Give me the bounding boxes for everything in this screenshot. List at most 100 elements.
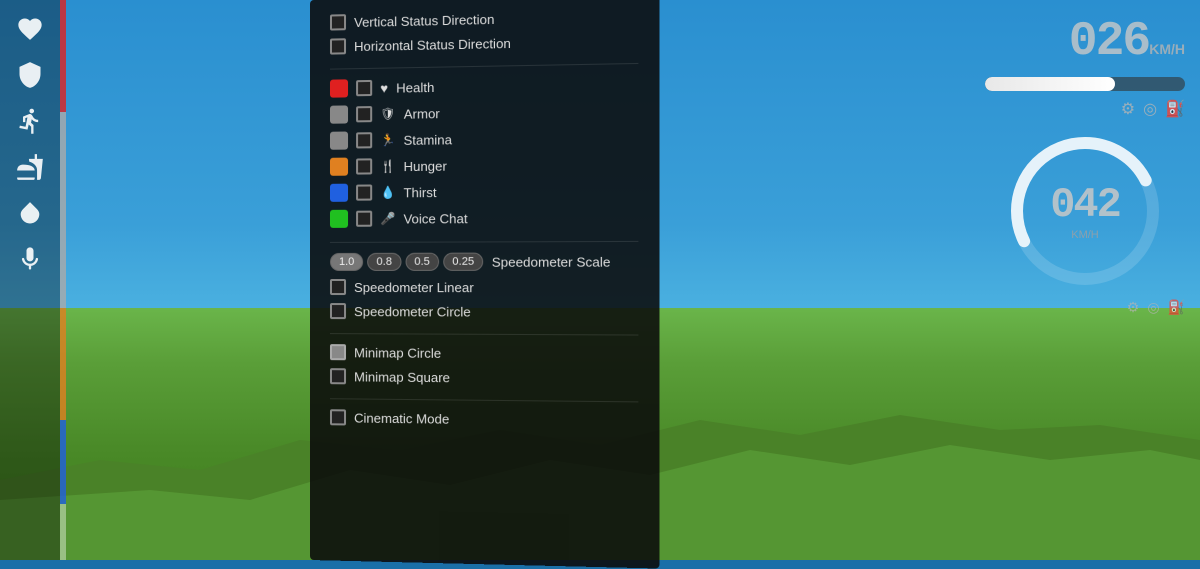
thirst-icon (16, 199, 44, 227)
speed-unit-center: KM/H (1050, 229, 1120, 241)
hunger-bar (60, 308, 66, 420)
headlight-icon-bottom: ◎ (1147, 299, 1159, 316)
armor-icon: 🛡 (380, 107, 395, 121)
speed-bar-fill (985, 77, 1115, 91)
horizontal-status-row: Horizontal Status Direction (330, 32, 638, 55)
left-hud (0, 0, 60, 560)
stamina-label: Stamina (403, 132, 452, 148)
thirst-bar (60, 420, 66, 504)
speedometer-scale-label: Speedometer Scale (492, 254, 611, 270)
minimap-circle-checkbox[interactable] (330, 344, 346, 360)
speedometer-circle-label: Speedometer Circle (354, 304, 471, 319)
speed-circle-container: 042 KM/H (1005, 131, 1165, 291)
vehicle-icons-bottom: ⚙ ◎ ⛽ (985, 299, 1185, 316)
cinematic-mode-checkbox[interactable] (330, 409, 346, 425)
armor-label: Armor (404, 106, 440, 122)
vertical-status-row: Vertical Status Direction (330, 7, 638, 30)
right-hud: 026KM/H ⚙ ◎ ⛽ 042 KM/H ⚙ ◎ ⛽ (970, 0, 1200, 560)
separator-4 (330, 398, 638, 402)
voice-checkbox[interactable] (356, 211, 372, 227)
voice-bar (60, 504, 66, 560)
health-color[interactable] (330, 79, 348, 97)
separator-2 (330, 241, 638, 243)
vehicle-icons-top: ⚙ ◎ ⛽ (985, 99, 1185, 119)
hunger-checkbox[interactable] (356, 158, 372, 174)
speedometer-section: 1.0 0.8 0.5 0.25 Speedometer Scale Speed… (330, 252, 638, 320)
speed-value-top: 026 (1069, 15, 1149, 69)
voice-chat-row: 🎤 Voice Chat (330, 208, 638, 228)
fuel-icon-bottom: ⛽ (1168, 299, 1185, 316)
armor-color[interactable] (330, 105, 348, 123)
speed-bar-container (985, 77, 1185, 91)
headlight-icon: ◎ (1143, 99, 1157, 119)
minimap-circle-label: Minimap Circle (354, 345, 441, 361)
misc-section: Cinematic Mode (330, 409, 638, 429)
voice-label: Voice Chat (403, 211, 467, 227)
health-bar (60, 0, 66, 112)
hunger-color[interactable] (330, 158, 348, 176)
thirst-icon: 💧 (380, 185, 395, 199)
thirst-row: 💧 Thirst (330, 181, 638, 202)
voice-color[interactable] (330, 210, 348, 228)
vertical-status-label: Vertical Status Direction (354, 11, 494, 29)
minimap-circle-row: Minimap Circle (330, 344, 638, 362)
thirst-label: Thirst (403, 184, 436, 199)
speedometer-linear-row: Speedometer Linear (330, 279, 638, 295)
minimap-square-checkbox[interactable] (330, 368, 346, 384)
minimap-square-label: Minimap Square (354, 369, 450, 385)
scale-buttons-group: 1.0 0.8 0.5 0.25 (330, 253, 484, 271)
minimap-section: Minimap Circle Minimap Square (330, 344, 638, 387)
speed-digital-top: 026KM/H (985, 15, 1185, 69)
separator-1 (330, 63, 638, 70)
minimap-square-row: Minimap Square (330, 368, 638, 387)
settings-panel: Vertical Status Direction Horizontal Sta… (310, 0, 660, 569)
speed-value-center: 042 (1050, 181, 1120, 229)
speedometer-circle-checkbox[interactable] (330, 303, 346, 319)
thirst-color[interactable] (330, 184, 348, 202)
armor-checkbox[interactable] (356, 106, 372, 122)
status-bars (60, 0, 66, 560)
heart-icon (16, 15, 44, 43)
speedometer-circle-row: Speedometer Circle (330, 303, 638, 320)
health-label: Health (396, 79, 434, 95)
speed-digital-center: 042 KM/H (1050, 181, 1120, 241)
stamina-row: 🏃 Stamina (330, 128, 638, 150)
horizontal-status-checkbox[interactable] (330, 38, 346, 54)
status-indicators-section: ♥ Health 🛡 Armor 🏃 Stamina 🍴 Hunger (330, 74, 638, 228)
health-checkbox[interactable] (356, 80, 372, 96)
fuel-icon: ⛽ (1165, 99, 1185, 119)
stamina-bar (60, 224, 66, 308)
scale-08-button[interactable]: 0.8 (367, 253, 401, 271)
separator-3 (330, 333, 638, 335)
stamina-icon (16, 107, 44, 135)
stamina-color[interactable] (330, 132, 348, 150)
hunger-icon: 🍴 (380, 159, 395, 173)
vertical-status-checkbox[interactable] (330, 14, 346, 30)
armor-row: 🛡 Armor (330, 101, 638, 124)
scale-05-button[interactable]: 0.5 (405, 253, 439, 271)
armor-bar (60, 112, 66, 224)
armor-icon (16, 61, 44, 89)
horizontal-status-label: Horizontal Status Direction (354, 35, 511, 53)
stamina-checkbox[interactable] (356, 132, 372, 148)
hunger-label: Hunger (403, 158, 446, 174)
scale-025-button[interactable]: 0.25 (443, 253, 483, 271)
status-direction-section: Vertical Status Direction Horizontal Sta… (330, 7, 638, 54)
scale-1-button[interactable]: 1.0 (330, 253, 363, 271)
thirst-checkbox[interactable] (356, 184, 372, 200)
health-row: ♥ Health (330, 74, 638, 97)
speedometer-linear-label: Speedometer Linear (354, 279, 474, 294)
speedometer-scale-row: 1.0 0.8 0.5 0.25 Speedometer Scale (330, 252, 638, 271)
speed-unit-top: KM/H (1149, 41, 1185, 57)
hunger-icon (16, 153, 44, 181)
cinematic-mode-row: Cinematic Mode (330, 409, 638, 429)
voice-icon: 🎤 (380, 211, 395, 225)
hunger-row: 🍴 Hunger (330, 154, 638, 175)
engine-icon: ⚙ (1121, 99, 1135, 119)
voice-icon (16, 245, 44, 273)
speedometer-linear-checkbox[interactable] (330, 279, 346, 295)
health-icon: ♥ (380, 80, 388, 95)
engine-icon-bottom: ⚙ (1127, 299, 1140, 316)
stamina-icon: 🏃 (380, 133, 395, 147)
cinematic-mode-label: Cinematic Mode (354, 410, 449, 426)
